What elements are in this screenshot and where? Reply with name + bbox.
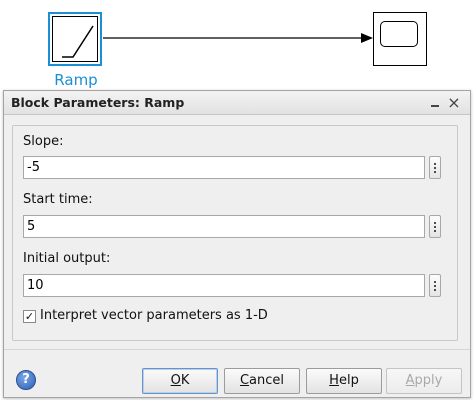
vertical-dots-icon xyxy=(434,162,436,174)
ramp-block[interactable] xyxy=(48,12,102,66)
initial-output-label: Initial output: xyxy=(23,251,111,266)
ok-button[interactable]: OK xyxy=(142,368,218,394)
dialog-title: Block Parameters: Ramp xyxy=(11,95,185,110)
block-parameters-dialog: Block Parameters: Ramp × Slope: Start ti… xyxy=(3,90,471,398)
initial-output-input[interactable] xyxy=(23,274,425,297)
apply-button[interactable]: Apply xyxy=(386,368,462,394)
apply-mnemonic: A xyxy=(405,373,415,388)
slope-label: Slope: xyxy=(23,134,64,149)
help-mnemonic: H xyxy=(329,373,339,388)
close-button[interactable]: × xyxy=(446,94,462,112)
start-time-input[interactable] xyxy=(23,215,425,238)
vertical-dots-icon xyxy=(434,280,436,292)
help-label-rest: elp xyxy=(338,373,359,388)
slope-more-button[interactable] xyxy=(429,156,441,179)
dialog-footer: ? OK Cancel Help Apply xyxy=(4,349,470,397)
ok-mnemonic: O xyxy=(170,373,181,388)
vertical-dots-icon xyxy=(434,221,436,233)
scope-block[interactable] xyxy=(373,12,427,66)
signal-line[interactable] xyxy=(103,31,375,45)
scope-icon xyxy=(380,21,418,47)
cancel-mnemonic: C xyxy=(239,373,250,388)
ramp-icon xyxy=(52,16,98,62)
start-time-label: Start time: xyxy=(23,192,93,207)
cancel-label-rest: ancel xyxy=(249,373,285,388)
minimize-button[interactable] xyxy=(428,96,442,110)
interpret-vector-label[interactable]: Interpret vector parameters as 1-D xyxy=(40,308,268,323)
slope-input[interactable] xyxy=(23,156,425,179)
apply-label-rest: pply xyxy=(414,373,443,388)
dialog-titlebar[interactable]: Block Parameters: Ramp × xyxy=(4,91,470,115)
interpret-vector-checkbox[interactable]: ✓ xyxy=(23,310,36,323)
simulink-window: Ramp Block Parameters: Ramp × Slope: Sta… xyxy=(0,0,474,400)
parameters-panel: Slope: Start time: Initial output: ✓ Int… xyxy=(12,125,458,341)
help-button[interactable]: Help xyxy=(306,368,382,394)
help-icon[interactable]: ? xyxy=(16,370,36,390)
initial-output-more-button[interactable] xyxy=(429,274,441,297)
start-time-more-button[interactable] xyxy=(429,215,441,238)
ramp-block-label[interactable]: Ramp xyxy=(40,71,112,89)
ok-label-rest: K xyxy=(180,373,190,388)
cancel-button[interactable]: Cancel xyxy=(224,368,300,394)
